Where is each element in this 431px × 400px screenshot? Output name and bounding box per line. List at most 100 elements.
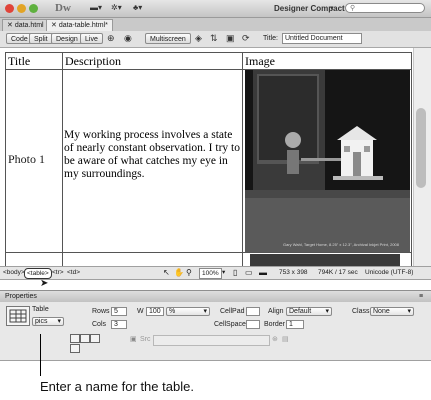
chevron-down-icon: ▾	[57, 318, 61, 325]
hand-tool-icon[interactable]: ✋	[174, 267, 184, 278]
clear-column-widths-icon[interactable]	[70, 334, 80, 343]
layout-icon[interactable]: ▬▾	[90, 3, 102, 12]
properties-title: Properties	[5, 293, 37, 300]
document-title-input[interactable]: Untitled Document	[282, 33, 362, 44]
point-to-file-icon[interactable]: ⊛	[272, 335, 278, 343]
tab-data-table-html[interactable]: ✕ data-table.html*	[46, 19, 113, 31]
cellspace-label: CellSpace	[214, 321, 246, 328]
minimize-window-button[interactable]	[17, 4, 26, 13]
chevron-down-icon: ▾	[325, 308, 329, 315]
header-title: Title	[8, 54, 31, 68]
rows-field[interactable]: 5	[111, 307, 127, 316]
window-size[interactable]: 753 x 398	[279, 267, 308, 278]
tablet-size-icon[interactable]: ▭	[245, 267, 253, 278]
file-management-icon[interactable]: ⇅	[210, 33, 218, 44]
header-description: Description	[65, 54, 121, 68]
table-label: Table	[32, 306, 49, 313]
close-icon[interactable]: ✕	[51, 22, 59, 29]
cols-field[interactable]: 3	[111, 320, 127, 329]
width-field[interactable]: 100	[146, 307, 164, 316]
search-icon: ⚲	[350, 5, 356, 12]
table-column-divider	[242, 52, 243, 266]
align-value: Default	[289, 308, 312, 315]
row-title-cell: Photo 1	[8, 152, 46, 166]
extend-icon[interactable]: ✲▾	[111, 3, 122, 12]
image-icon: ▣	[130, 336, 137, 343]
refresh-icon[interactable]: ⟳	[242, 33, 250, 44]
mobile-size-icon[interactable]: ▯	[233, 267, 237, 278]
multiscreen-button[interactable]: Multiscreen	[145, 33, 191, 44]
desktop-size-icon[interactable]: ▬	[259, 267, 267, 278]
convert-widths-pixels-icon[interactable]	[80, 334, 90, 343]
photo-image[interactable]: Gary Wahl, Target Home, 8.25" x 12.3", A…	[245, 70, 410, 252]
class-value: None	[373, 308, 390, 315]
tab-data-html[interactable]: ✕ data.html	[2, 19, 49, 31]
download-size: 794K / 17 sec	[318, 269, 358, 276]
scrollbar-thumb[interactable]	[416, 108, 426, 188]
preview-icon[interactable]: ◉	[124, 33, 132, 44]
table-row-divider	[5, 252, 412, 253]
close-icon[interactable]: ✕	[7, 22, 15, 29]
convert-widths-percent-icon[interactable]	[90, 334, 100, 343]
class-select[interactable]: None ▾	[370, 307, 414, 316]
callout-line	[40, 334, 41, 376]
row-description-cell: My working process involves a state of n…	[64, 129, 240, 180]
tag-body[interactable]: <body>	[3, 267, 25, 278]
chevron-down-icon: ▾	[203, 308, 207, 315]
app-logo: Dw	[55, 2, 71, 14]
close-window-button[interactable]	[5, 4, 14, 13]
design-view: Title Description Image Photo 1 My worki…	[0, 48, 431, 266]
border-field[interactable]: 1	[286, 320, 304, 329]
table-name-value: pics	[35, 318, 48, 325]
tab-label: data.html	[14, 22, 44, 29]
table-column-divider	[62, 52, 63, 266]
workspace-switcher[interactable]: Designer Compact	[274, 4, 345, 13]
src-label: Src	[140, 336, 151, 343]
site-icon[interactable]: ♣▾	[133, 3, 142, 12]
clear-row-heights-icon[interactable]	[70, 344, 80, 353]
house-photo	[245, 70, 410, 252]
header-image: Image	[245, 54, 275, 68]
panel-menu-icon[interactable]: ≡	[419, 291, 423, 302]
src-field[interactable]	[153, 335, 270, 346]
tag-tr[interactable]: <tr>	[52, 267, 64, 278]
design-view-button[interactable]: Design	[51, 33, 83, 44]
align-label: Align	[268, 308, 284, 315]
browser-preview-icon[interactable]: ◈	[195, 33, 202, 44]
help-search-input[interactable]: ⚲	[345, 3, 425, 13]
zoom-window-button[interactable]	[29, 4, 38, 13]
properties-panel: Table pics ▾ Rows 5 Cols 3 W 100 % ▾ CellP…	[0, 302, 431, 361]
cellspace-field[interactable]	[246, 320, 260, 329]
select-tool-icon[interactable]: ↖	[163, 267, 170, 278]
tag-td[interactable]: <td>	[67, 267, 80, 278]
table-icon	[6, 306, 30, 326]
cellpad-label: CellPad	[220, 308, 245, 315]
inspect-icon[interactable]: ⊕	[107, 33, 115, 44]
live-view-button[interactable]: Live	[80, 33, 103, 44]
tab-label: data-table.html*	[58, 22, 108, 29]
mouse-cursor-icon: ➤	[40, 278, 49, 289]
chevron-down-icon: ▾	[407, 308, 411, 315]
border-label: Border	[264, 321, 286, 328]
document-title-label: Title:	[263, 35, 278, 42]
workspace-dropdown-icon[interactable]: ▾	[330, 4, 334, 12]
align-select[interactable]: Default ▾	[286, 307, 332, 316]
class-label: Class	[352, 308, 370, 315]
chevron-down-icon[interactable]: ▾	[222, 267, 225, 278]
photo-caption: Gary Wahl, Target Home, 8.25" x 12.3", A…	[283, 242, 400, 247]
next-photo-image[interactable]	[250, 254, 400, 266]
callout-caption: Enter a name for the table.	[40, 379, 194, 394]
status-bar: <body> <table> <tr> <td> ↖ ✋ ⚲ 100% ▾ ▯ …	[0, 266, 431, 280]
zoom-select[interactable]: 100%	[199, 268, 222, 279]
table-grid-icon	[9, 309, 27, 323]
browse-folder-icon[interactable]: ▤	[282, 335, 289, 343]
rows-label: Rows	[92, 308, 110, 315]
width-unit-select[interactable]: % ▾	[166, 307, 210, 316]
table-name-field[interactable]: pics ▾	[32, 317, 64, 326]
zoom-tool-icon[interactable]: ⚲	[186, 267, 192, 278]
encoding: Unicode (UTF-8)	[365, 269, 414, 276]
cellpad-field[interactable]	[246, 307, 260, 316]
visual-aids-icon[interactable]: ▣	[226, 33, 235, 44]
width-label: W	[137, 308, 144, 315]
split-view-button[interactable]: Split	[29, 33, 53, 44]
